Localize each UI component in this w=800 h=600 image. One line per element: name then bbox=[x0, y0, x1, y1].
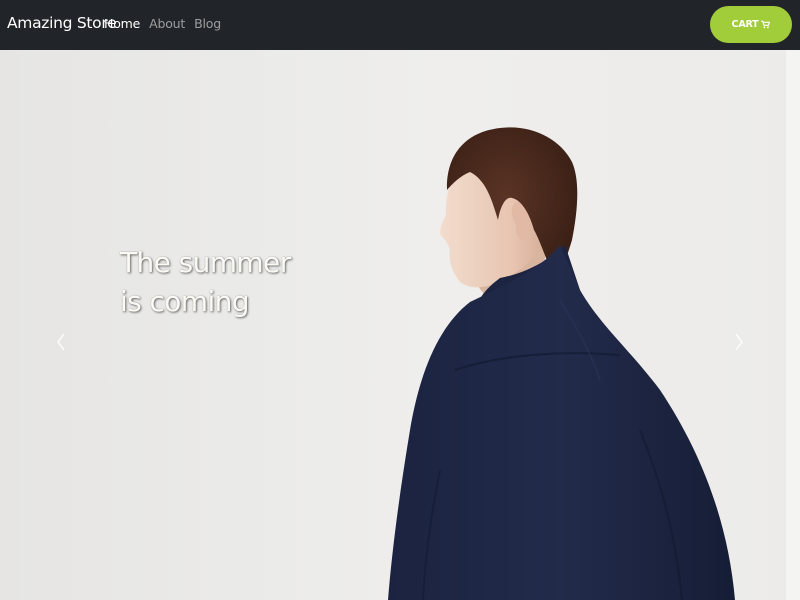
hero-caption: The summer is coming bbox=[120, 246, 291, 318]
nav-link-about[interactable]: About bbox=[149, 16, 185, 31]
hero-model-image bbox=[388, 127, 735, 600]
navbar: Amazing Store Home About Blog CART bbox=[0, 0, 800, 50]
shopping-cart-icon bbox=[761, 20, 771, 29]
carousel-next-button[interactable] bbox=[729, 330, 749, 354]
cart-button[interactable]: CART bbox=[710, 6, 792, 43]
chevron-left-icon bbox=[56, 332, 66, 352]
nav-link-home[interactable]: Home bbox=[104, 16, 140, 31]
hero-carousel: The summer is coming bbox=[0, 50, 800, 600]
chevron-right-icon bbox=[734, 332, 744, 352]
cart-button-label: CART bbox=[731, 19, 759, 30]
nav-link-blog[interactable]: Blog bbox=[194, 16, 221, 31]
brand-logo[interactable]: Amazing Store bbox=[7, 14, 117, 32]
nav-links: Home About Blog bbox=[104, 16, 221, 31]
carousel-prev-button[interactable] bbox=[51, 330, 71, 354]
